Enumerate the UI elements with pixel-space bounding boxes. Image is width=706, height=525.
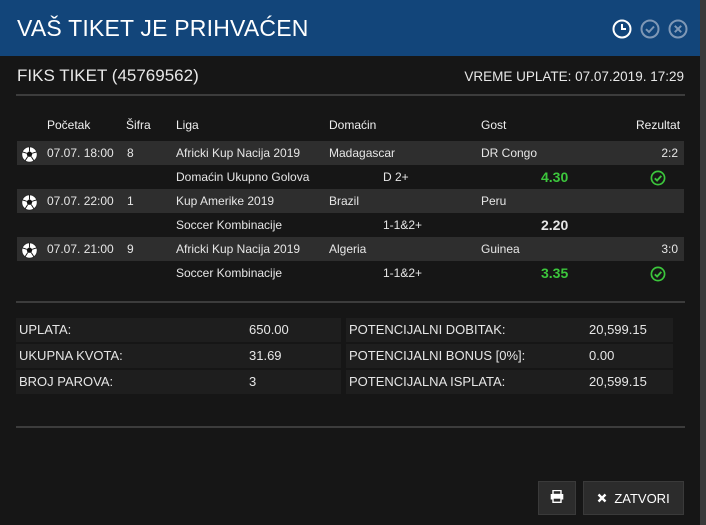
bet-odd: 2.20 <box>541 217 569 233</box>
summary-value: 650.00 <box>249 322 289 337</box>
close-circle-icon[interactable] <box>668 19 688 39</box>
close-button[interactable]: ZATVORI <box>583 481 684 515</box>
ticket-modal: VAŠ TIKET JE PRIHVAĆEN FIKS TIKET (45769… <box>0 0 700 525</box>
summary-value: 0.00 <box>589 348 615 363</box>
check-icon <box>650 170 666 189</box>
match-start: 07.07. 21:00 <box>47 242 114 256</box>
bet-row: Domaćin Ukupno Golova D 2+ 4.30 <box>17 165 684 189</box>
match-start: 07.07. 18:00 <box>47 146 114 160</box>
summary-value: 3 <box>249 374 257 389</box>
match-away: DR Congo <box>481 146 538 160</box>
bet-type: Soccer Kombinacije <box>176 218 283 232</box>
summary-row: POTENCIJALNI BONUS [0%]: 0.00 <box>346 344 673 368</box>
modal-title: VAŠ TIKET JE PRIHVAĆEN <box>17 14 309 41</box>
print-button[interactable] <box>538 481 576 515</box>
col-start: Početak <box>47 118 91 132</box>
match-home: Madagascar <box>329 146 396 160</box>
soccer-ball-icon <box>21 194 38 214</box>
check-circle-icon[interactable] <box>640 19 660 39</box>
match-code: 1 <box>127 194 134 208</box>
ticket-id: FIKS TIKET (45769562) <box>17 66 199 85</box>
summary-value: 31.69 <box>249 348 282 363</box>
col-home: Domaćin <box>329 118 377 132</box>
bet-row: Soccer Kombinacije 1-1&2+ 2.20 <box>17 213 684 237</box>
close-button-label: ZATVORI <box>614 490 670 506</box>
col-league: Liga <box>176 118 199 132</box>
bet-row: Soccer Kombinacije 1-1&2+ 3.35 <box>17 261 684 285</box>
match-away: Guinea <box>481 242 520 256</box>
match-league: Africki Kup Nacija 2019 <box>176 242 301 256</box>
divider <box>16 94 685 96</box>
summary-row: BROJ PAROVA: 3 <box>16 370 341 394</box>
summary-row: POTENCIJALNI DOBITAK: 20,599.15 <box>346 318 673 342</box>
summary-value: 20,599.15 <box>589 322 647 337</box>
x-icon <box>597 493 607 503</box>
col-away: Gost <box>481 118 507 132</box>
bet-pick: D 2+ <box>383 170 409 184</box>
bet-pick: 1-1&2+ <box>383 218 423 232</box>
summary-label: POTENCIJALNA ISPLATA: <box>349 374 506 389</box>
summary-row: UPLATA: 650.00 <box>16 318 341 342</box>
bet-type: Soccer Kombinacije <box>176 266 283 280</box>
divider <box>16 301 685 303</box>
match-away: Peru <box>481 194 507 208</box>
page-edge <box>700 0 706 525</box>
bet-odd: 4.30 <box>541 169 569 185</box>
ticket-subheader: FIKS TIKET (45769562) VREME UPLATE: 07.0… <box>0 56 700 94</box>
bet-type: Domaćin Ukupno Golova <box>176 170 310 184</box>
printer-icon <box>550 489 564 506</box>
bet-odd: 3.35 <box>541 265 569 281</box>
summary-label: POTENCIJALNI BONUS [0%]: <box>349 348 526 363</box>
check-icon <box>650 266 666 285</box>
match-code: 9 <box>127 242 134 256</box>
match-league: Africki Kup Nacija 2019 <box>176 146 301 160</box>
match-code: 8 <box>127 146 134 160</box>
clock-icon[interactable] <box>612 19 632 39</box>
match-home: Brazil <box>329 194 360 208</box>
match-home: Algeria <box>329 242 367 256</box>
summary-label: UKUPNA KVOTA: <box>19 348 123 363</box>
match-row: 07.07. 21:00 9 Africki Kup Nacija 2019 Alge… <box>17 237 684 261</box>
summary-label: UPLATA: <box>19 322 72 337</box>
summary-row: UKUPNA KVOTA: 31.69 <box>16 344 341 368</box>
summary-row: POTENCIJALNA ISPLATA: 20,599.15 <box>346 370 673 394</box>
soccer-ball-icon <box>21 242 38 262</box>
summary-value: 20,599.15 <box>589 374 647 389</box>
soccer-ball-icon <box>21 146 38 166</box>
bet-pick: 1-1&2+ <box>383 266 423 280</box>
match-start: 07.07. 22:00 <box>47 194 114 208</box>
payment-time: VREME UPLATE: 07.07.2019. 17:29 <box>464 69 684 84</box>
match-row: 07.07. 18:00 8 Africki Kup Nacija 2019 Mada… <box>17 141 684 165</box>
col-code: Šifra <box>126 118 151 132</box>
summary-label: BROJ PAROVA: <box>19 374 114 389</box>
modal-header: VAŠ TIKET JE PRIHVAĆEN <box>0 0 700 56</box>
match-row: 07.07. 22:00 1 Kup Amerike 2019 Brazil Peru <box>17 189 684 213</box>
divider <box>16 426 685 428</box>
match-result: 3:0 <box>661 242 678 256</box>
col-result: Rezultat <box>636 118 681 132</box>
summary-label: POTENCIJALNI DOBITAK: <box>349 322 506 337</box>
match-result: 2:2 <box>661 146 678 160</box>
match-league: Kup Amerike 2019 <box>176 194 275 208</box>
